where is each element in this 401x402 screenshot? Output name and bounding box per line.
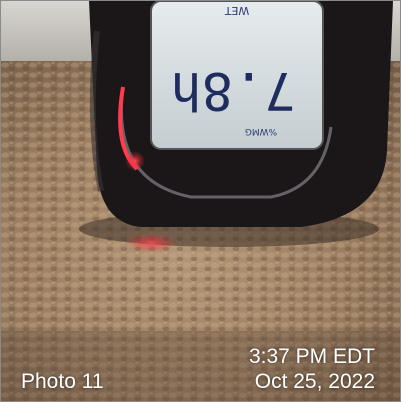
photo-timestamp-date: Oct 25, 2022 [254, 370, 375, 393]
svg-text:7.8h: 7.8h [170, 60, 295, 120]
photo-timestamp-time: 3:37 PM EDT [248, 345, 375, 368]
svg-text:%WMG: %WMG [245, 126, 277, 136]
svg-text:WET: WET [224, 4, 249, 17]
moisture-meter-photo: WET 7.8h %WMG [1, 1, 400, 401]
photo-label: Photo 11 [21, 370, 104, 393]
photo-frame: WET 7.8h %WMG Photo 11 3:37 PM EDT Oct 2… [0, 0, 401, 402]
